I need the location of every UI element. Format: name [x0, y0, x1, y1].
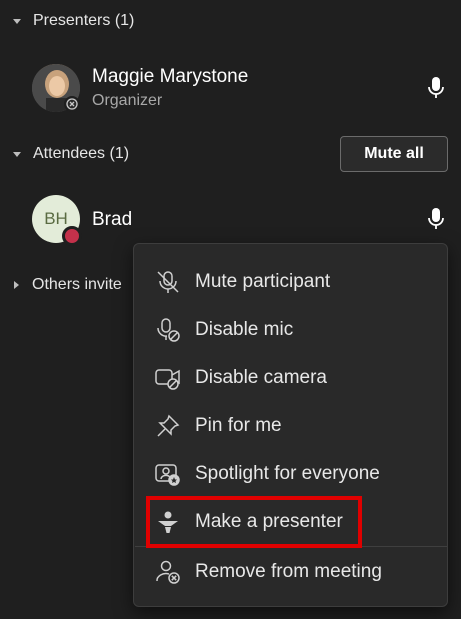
attendees-section-header[interactable]: Attendees (1): [12, 143, 129, 165]
menu-item-label: Disable mic: [195, 319, 294, 340]
menu-item-mute-participant[interactable]: Mute participant: [134, 262, 447, 302]
participant-row-brad[interactable]: BH Brad: [0, 192, 461, 248]
menu-item-pin-for-me[interactable]: Pin for me: [134, 406, 447, 446]
participant-role: Organizer: [92, 92, 163, 109]
presenters-header-label: Presenters (1): [33, 12, 135, 29]
participant-row-maggie[interactable]: Maggie Marystone Organizer: [0, 60, 461, 116]
status-offline-icon: [64, 96, 80, 112]
chevron-down-icon: [13, 151, 21, 157]
menu-item-remove-from-meeting[interactable]: Remove from meeting: [134, 552, 447, 592]
pin-icon: [154, 412, 182, 440]
presenters-section-header[interactable]: Presenters (1): [12, 10, 134, 32]
participant-context-menu: Mute participant Disable mic Disable cam…: [133, 243, 448, 607]
highlight-annotation: [146, 496, 362, 548]
menu-item-label: Remove from meeting: [195, 561, 382, 582]
participant-name: Brad: [92, 209, 133, 230]
camera-disabled-icon: [154, 364, 182, 392]
microphone-icon[interactable]: [426, 207, 446, 236]
menu-item-label: Spotlight for everyone: [195, 463, 380, 484]
chevron-down-icon: [13, 18, 21, 24]
status-busy-icon: [62, 226, 82, 246]
menu-item-label: Disable camera: [195, 367, 327, 388]
attendees-header-label: Attendees (1): [33, 145, 130, 162]
remove-person-icon: [154, 558, 182, 586]
menu-item-label: Pin for me: [195, 415, 282, 436]
spotlight-icon: [154, 460, 182, 488]
menu-item-spotlight[interactable]: Spotlight for everyone: [134, 454, 447, 494]
microphone-icon[interactable]: [426, 76, 446, 105]
mic-disabled-icon: [154, 316, 182, 344]
others-invited-section-header[interactable]: Others invite: [12, 274, 122, 296]
others-invited-header-label: Others invite: [32, 276, 122, 293]
menu-item-label: Mute participant: [195, 271, 331, 292]
chevron-right-icon: [14, 281, 19, 289]
participant-name: Maggie Marystone: [92, 66, 249, 87]
menu-item-disable-camera[interactable]: Disable camera: [134, 358, 447, 398]
menu-item-disable-mic[interactable]: Disable mic: [134, 310, 447, 350]
mic-off-icon: [154, 268, 182, 296]
mute-all-button[interactable]: Mute all: [340, 136, 448, 172]
